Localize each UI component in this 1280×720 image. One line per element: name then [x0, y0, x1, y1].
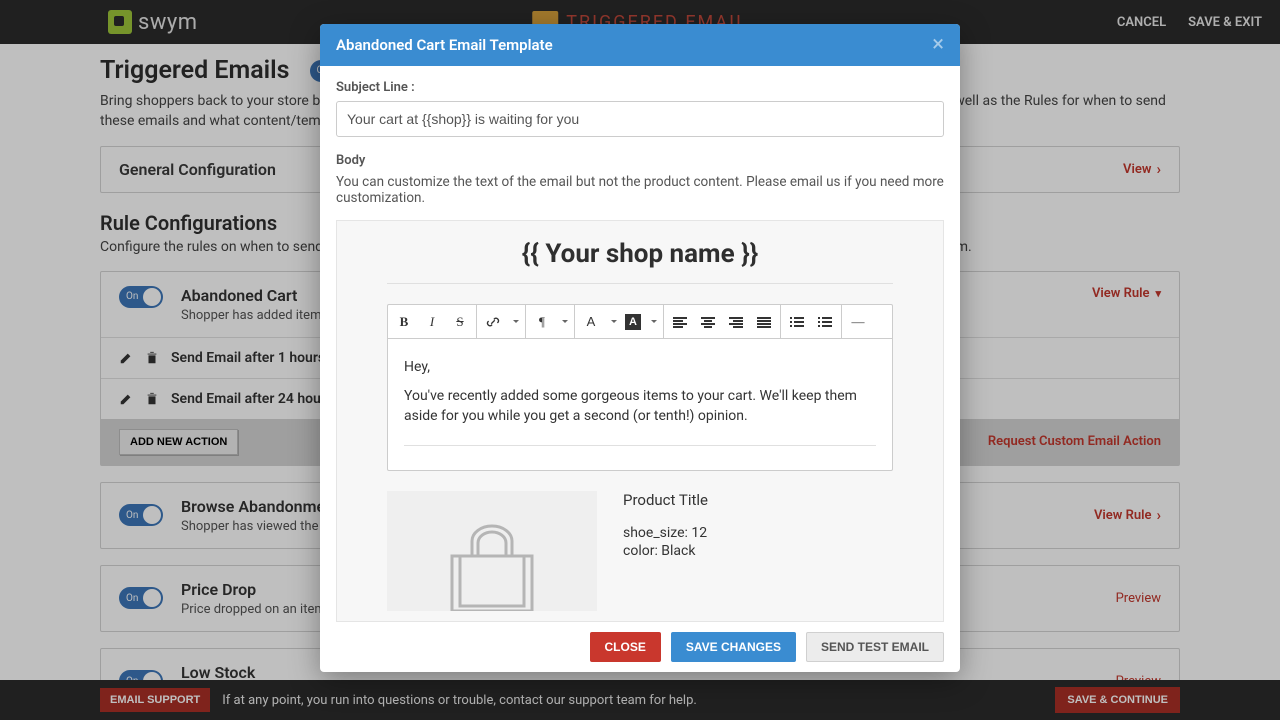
bullet-list-icon[interactable]: [787, 312, 807, 332]
bag-icon: [432, 521, 552, 611]
save-changes-button[interactable]: SAVE CHANGES: [671, 632, 796, 662]
align-right-icon[interactable]: [726, 312, 746, 332]
greeting-text: Hey,: [404, 357, 876, 378]
hr-icon[interactable]: —: [848, 312, 868, 332]
close-button[interactable]: CLOSE: [590, 632, 661, 662]
textcolor-icon[interactable]: A: [581, 312, 601, 332]
subject-label: Subject Line :: [336, 80, 944, 95]
body-text: You've recently added some gorgeous item…: [404, 386, 876, 427]
variant-line: color: Black: [623, 543, 893, 559]
divider: [404, 445, 876, 446]
send-test-email-button[interactable]: SEND TEST EMAIL: [806, 632, 944, 662]
bold-icon[interactable]: B: [394, 312, 414, 332]
align-justify-icon[interactable]: [754, 312, 774, 332]
subject-input[interactable]: [336, 101, 944, 137]
modal-header: Abandoned Cart Email Template ×: [320, 24, 960, 66]
product-image-placeholder: [387, 491, 597, 611]
editor-toolbar: B I S ¶ A A: [388, 305, 892, 339]
link-icon[interactable]: [483, 312, 503, 332]
modal-body: Subject Line : Body You can customize th…: [320, 66, 960, 622]
editor-content[interactable]: Hey, You've recently added some gorgeous…: [388, 339, 892, 470]
chevron-down-icon: [611, 320, 617, 323]
close-icon[interactable]: ×: [932, 36, 944, 54]
body-description: You can customize the text of the email …: [336, 174, 944, 206]
variant-line: shoe_size: 12: [623, 525, 893, 541]
product-title: Product Title: [623, 491, 893, 509]
chevron-down-icon: [651, 320, 657, 323]
align-center-icon[interactable]: [698, 312, 718, 332]
body-label: Body: [336, 153, 944, 168]
email-template-modal: Abandoned Cart Email Template × Subject …: [320, 24, 960, 672]
modal-title: Abandoned Cart Email Template: [336, 36, 553, 54]
italic-icon[interactable]: I: [422, 312, 442, 332]
align-left-icon[interactable]: [670, 312, 690, 332]
chevron-down-icon: [513, 320, 519, 323]
paragraph-icon[interactable]: ¶: [532, 312, 552, 332]
shop-name-header: {{ Your shop name }}: [387, 239, 893, 284]
chevron-down-icon: [562, 320, 568, 323]
modal-footer: CLOSE SAVE CHANGES SEND TEST EMAIL: [320, 622, 960, 672]
strike-icon[interactable]: S: [450, 312, 470, 332]
product-block: Product Title shoe_size: 12 color: Black: [387, 491, 893, 611]
numbered-list-icon[interactable]: [815, 312, 835, 332]
bgcolor-icon[interactable]: A: [625, 314, 641, 330]
rich-text-editor: B I S ¶ A A: [387, 304, 893, 471]
email-preview-area: {{ Your shop name }} B I S ¶: [336, 220, 944, 622]
